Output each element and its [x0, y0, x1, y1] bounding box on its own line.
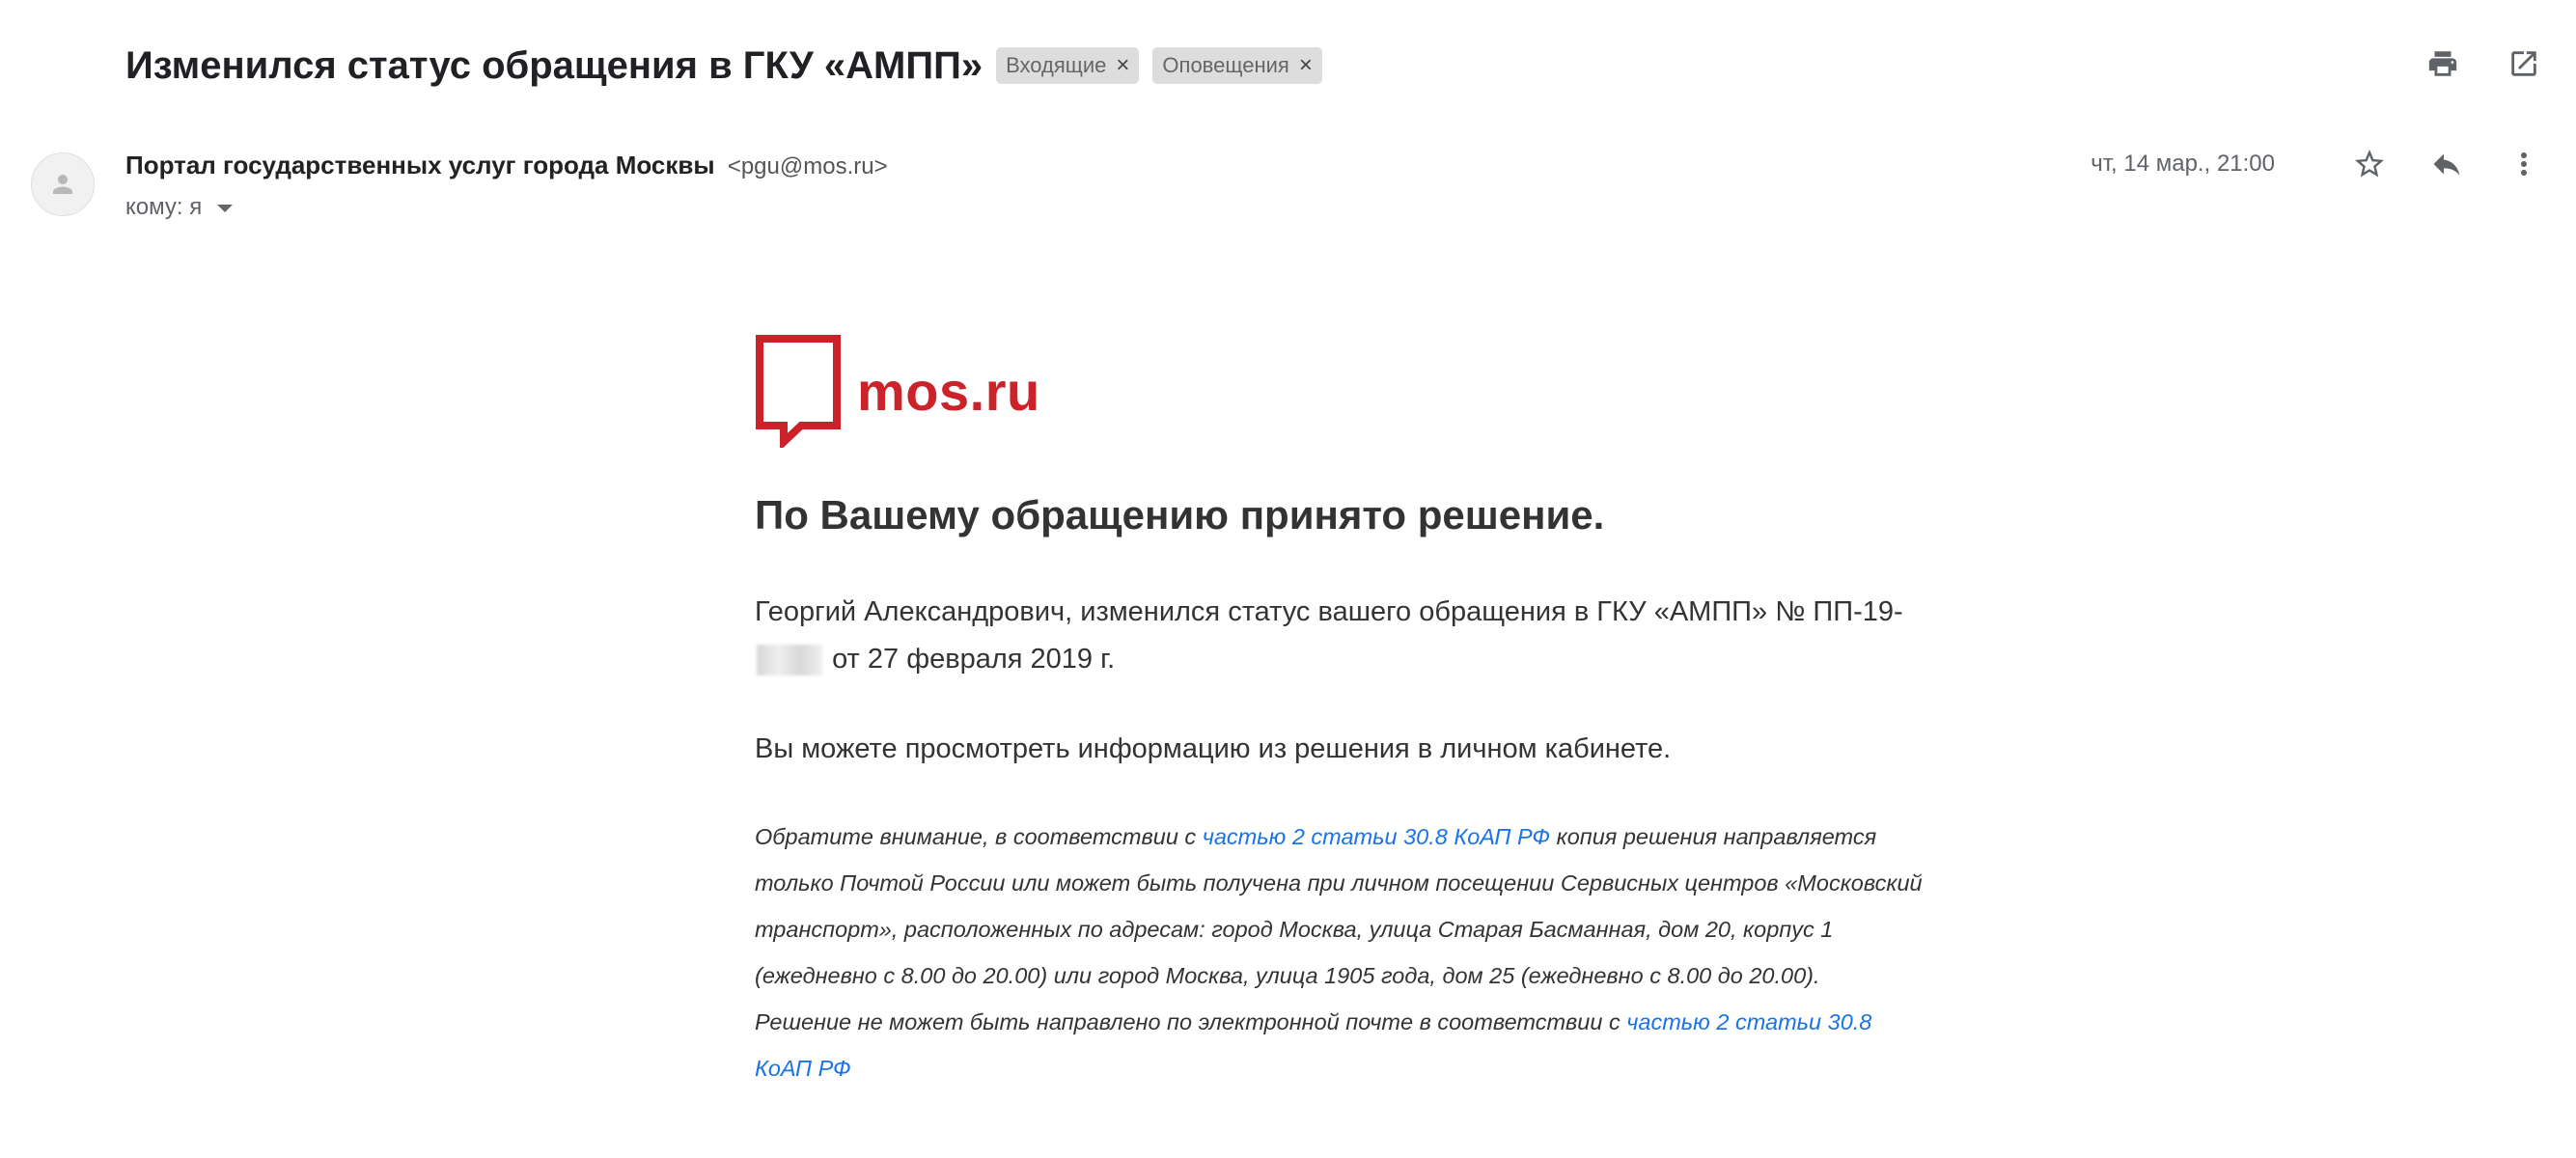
label-chip-notifications[interactable]: Оповещения ×: [1152, 47, 1322, 84]
reply-button[interactable]: [2427, 145, 2466, 183]
star-button[interactable]: [2350, 145, 2389, 183]
status-date-text: от 27 февраля 2019 г.: [832, 644, 1116, 675]
reply-icon: [2433, 153, 2460, 176]
printer-icon: [2428, 51, 2457, 76]
open-in-new-window-button[interactable]: [2505, 44, 2543, 83]
legal-note: Обратите внимание, в соответствии с част…: [755, 813, 1923, 1091]
sender-avatar[interactable]: [31, 152, 95, 216]
mos-ru-logo: mos.ru: [755, 334, 1923, 448]
subject-row: Изменился статус обращения в ГКУ «АМПП» …: [125, 37, 1322, 95]
show-details-dropdown-icon[interactable]: [217, 205, 234, 212]
status-text: Георгий Александрович, изменился статус …: [755, 596, 1903, 627]
email-body: mos.ru По Вашему обращению принято решен…: [755, 334, 1923, 1091]
email-subject: Изменился статус обращения в ГКУ «АМПП»: [125, 43, 983, 87]
label-chip-text: Входящие: [1006, 53, 1107, 77]
person-avatar-icon: [53, 175, 72, 194]
open-in-new-window-icon: [2511, 51, 2536, 76]
koap-link[interactable]: частью 2 статьи 30.8 КоАП РФ: [1203, 824, 1550, 849]
label-chip-inbox[interactable]: Входящие ×: [996, 47, 1140, 84]
email-headline: По Вашему обращению принято решение.: [755, 492, 1605, 538]
recipients-line: кому: я: [125, 194, 888, 221]
recipients-label: кому: я: [125, 194, 203, 220]
email-date: чт, 14 мар., 21:00: [2091, 151, 2275, 177]
mos-ru-speech-bubble-logo: [756, 335, 841, 448]
sender-block: Портал государственных услуг города Моск…: [125, 151, 888, 221]
remove-label-icon[interactable]: ×: [1116, 54, 1129, 77]
note-text: Обратите внимание, в соответствии с: [755, 824, 1203, 849]
more-vertical-icon: [2521, 152, 2527, 176]
top-actions: [2424, 44, 2543, 83]
redacted-number: [757, 645, 822, 676]
star-icon: [2355, 150, 2384, 178]
label-chip-text: Оповещения: [1162, 53, 1289, 77]
sender-email: <pgu@mos.ru>: [727, 153, 888, 179]
remove-label-icon[interactable]: ×: [1299, 54, 1313, 77]
note-text: копия решения направляется только Почтой…: [755, 824, 1923, 1034]
sender-name[interactable]: Портал государственных услуг города Моск…: [125, 151, 715, 179]
print-button[interactable]: [2424, 44, 2462, 83]
info-paragraph: Вы можете просмотреть информацию из реше…: [755, 733, 1672, 764]
logo-text: mos.ru: [857, 360, 1040, 422]
sender-line: Портал государственных услуг города Моск…: [125, 151, 888, 180]
more-options-button[interactable]: [2505, 145, 2543, 183]
message-actions: чт, 14 мар., 21:00: [2091, 145, 2543, 183]
status-paragraph: Георгий Александрович, изменился статус …: [755, 589, 1923, 683]
